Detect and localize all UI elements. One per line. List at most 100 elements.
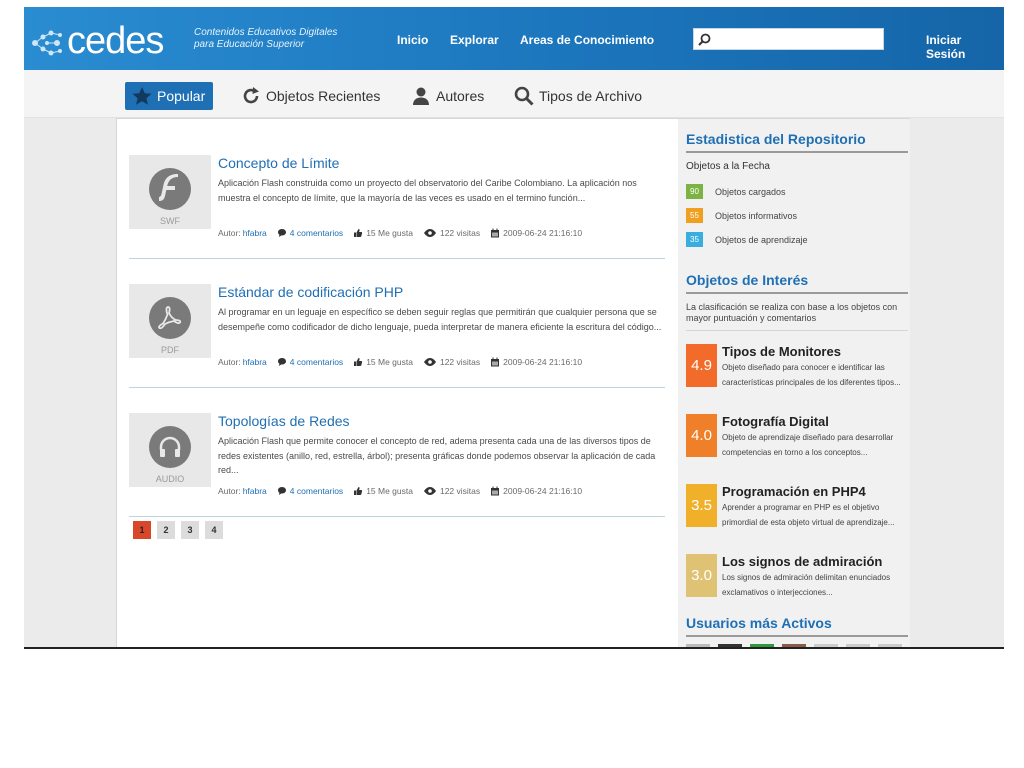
interest-heading: Objetos de Interés [686,272,908,294]
search-input[interactable] [714,31,880,47]
page-2-button[interactable]: 2 [157,521,175,539]
login-link[interactable]: Iniciar Sesión [926,33,1004,61]
sidebar: Estadistica del Repositorio Objetos a la… [678,119,910,649]
site-tagline: Contenidos Educativos Digitales para Edu… [194,27,337,51]
author-label: Autor: [218,357,241,367]
likes-meta: 15 Me gusta [353,486,413,496]
eye-icon [423,229,436,237]
comments-link[interactable]: 4 comentarios [290,486,343,496]
refresh-icon [243,87,259,104]
visits-meta: 122 visitas [423,486,480,496]
featured-object-title[interactable]: Programación en PHP4 [722,484,866,499]
active-users-heading: Usuarios más Activos [686,615,908,637]
likes-count: 15 Me gusta [366,228,413,238]
browser-viewport: cedes Contenidos Educativos Digitales pa… [24,7,1004,649]
tab-tipos-archivo[interactable]: Tipos de Archivo [513,82,642,110]
author-link[interactable]: hfabra [243,357,267,367]
item-thumbnail[interactable]: PDF [129,284,211,358]
eye-icon [423,358,436,366]
file-type-label: AUDIO [155,474,185,484]
thumbs-up-icon [354,229,363,237]
item-description: Al programar en un leguaje en específico… [218,307,662,332]
page-3-button[interactable]: 3 [181,521,199,539]
stat-row: 35 Objetos de aprendizaje [686,232,808,247]
item-description: Aplicación Flash que permite conocer el … [218,436,656,475]
stat-label: Objetos de aprendizaje [715,234,808,245]
item-thumbnail[interactable]: SWF [129,155,211,229]
author-meta: Autor: hfabra [218,357,267,367]
visits-count: 122 visitas [439,357,481,367]
featured-object-title[interactable]: Los signos de admiración [722,554,882,569]
molecule-logo-icon [32,30,62,56]
list-item: AUDIO Topologías de Redes Aplicación Fla… [129,389,665,517]
author-link[interactable]: hfabra [243,228,267,238]
tab-popular[interactable]: Popular [125,82,214,110]
item-date: 2009-06-24 21:16:10 [503,486,583,496]
list-item: SWF Concepto de Límite Aplicación Flash … [129,131,665,259]
visits-count: 122 visitas [439,486,481,496]
logo-wordmark: cedes [67,20,164,62]
tab-objetos-recientes-label: Objetos Recientes [266,88,381,104]
tab-autores-label: Autores [436,88,485,104]
comments-meta: 4 comentarios [277,357,343,367]
item-thumbnail[interactable]: AUDIO [129,413,211,487]
cedes-logo[interactable]: cedes [29,17,169,62]
comments-meta: 4 comentarios [277,486,343,496]
featured-object-desc: Objeto diseñado para conocer e identific… [722,363,901,387]
tagline-line1: Contenidos Educativos Digitales [194,27,338,38]
date-meta: 2009-06-24 21:16:10 [490,486,582,496]
page-4-button[interactable]: 4 [205,521,223,539]
featured-object-desc: Aprender a programar en PHP es el objeti… [722,503,895,527]
item-meta: Autor: hfabra 4 comentarios 15 Me gusta 1… [218,357,592,367]
stat-label: Objetos informativos [715,210,798,221]
star-icon [132,87,152,105]
author-meta: Autor: hfabra [218,228,267,238]
tab-objetos-recientes[interactable]: Objetos Recientes [240,82,380,110]
item-date: 2009-06-24 21:16:10 [503,228,583,238]
stat-count-badge: 90 [686,184,703,199]
featured-object-title[interactable]: Fotografía Digital [722,414,829,429]
likes-meta: 15 Me gusta [353,228,413,238]
tab-popular-label: Popular [157,88,206,104]
calendar-icon [491,486,500,496]
viewport-bottom-edge [24,647,1004,649]
comments-meta: 4 comentarios [277,228,343,238]
item-meta: Autor: hfabra 4 comentarios 15 Me gusta 1… [218,228,592,238]
stat-count-badge: 35 [686,232,703,247]
page-1-button[interactable]: 1 [133,521,151,539]
stat-label: Objetos cargados [715,186,786,197]
thumbs-up-icon [354,487,363,495]
comments-link[interactable]: 4 comentarios [290,228,343,238]
comment-icon [277,358,286,366]
content-panel: SWF Concepto de Límite Aplicación Flash … [116,118,910,649]
author-label: Autor: [218,228,241,238]
calendar-icon [491,228,500,238]
nav-inicio[interactable]: Inicio [397,33,428,47]
item-title[interactable]: Estándar de codificación PHP [218,284,403,300]
author-meta: Autor: hfabra [218,486,267,496]
file-type-label: SWF [160,216,180,226]
item-meta: Autor: hfabra 4 comentarios 15 Me gusta 1… [218,486,592,496]
visits-meta: 122 visitas [423,228,480,238]
date-meta: 2009-06-24 21:16:10 [490,357,582,367]
nav-explorar[interactable]: Explorar [450,33,499,47]
featured-object-desc: Objeto de aprendizaje diseñado para desa… [722,433,894,457]
stat-row: 90 Objetos cargados [686,184,786,199]
stats-heading: Estadistica del Repositorio [686,131,908,153]
featured-object: 4.0 Fotografía Digital Objeto de aprendi… [686,414,908,474]
tagline-line2: para Educación Superior [194,39,305,50]
author-link[interactable]: hfabra [243,486,267,496]
item-title[interactable]: Concepto de Límite [218,155,339,171]
pagination: 1 2 3 4 [133,521,229,539]
item-title[interactable]: Topologías de Redes [218,413,350,429]
author-label: Autor: [218,486,241,496]
featured-object-title[interactable]: Tipos de Monitores [722,344,841,359]
date-meta: 2009-06-24 21:16:10 [490,228,582,238]
stat-count-badge: 55 [686,208,703,223]
nav-areas-conocimiento[interactable]: Areas de Conocimiento [520,33,654,47]
tab-autores[interactable]: Autores [410,82,484,110]
search-icon [514,86,534,106]
comment-icon [277,487,286,495]
score-badge: 4.9 [686,344,717,387]
comments-link[interactable]: 4 comentarios [290,357,343,367]
